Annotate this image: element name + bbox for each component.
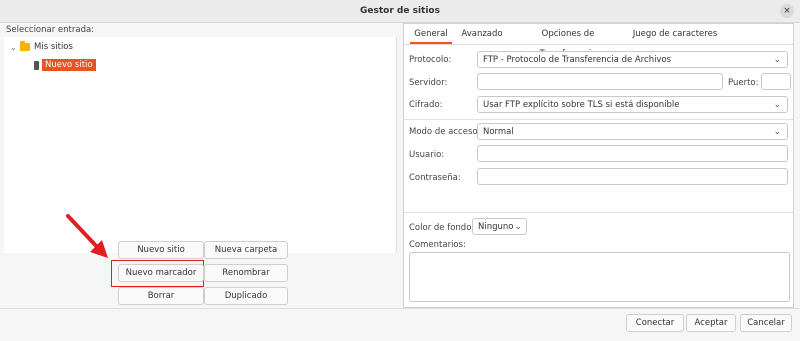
server-icon <box>34 60 39 70</box>
cancel-button[interactable]: Cancelar <box>740 314 792 332</box>
new-site-button[interactable]: Nuevo sitio <box>118 241 204 259</box>
tab-charset[interactable]: Juego de caracteres <box>632 24 718 44</box>
tab-general[interactable]: General <box>410 24 452 44</box>
password-input[interactable] <box>477 168 788 185</box>
comments-textarea[interactable] <box>409 252 790 302</box>
rename-button[interactable]: Renombrar <box>204 264 288 282</box>
chevron-down-icon: ⌄ <box>773 55 781 65</box>
title-bar: Gestor de sitios × <box>0 0 800 23</box>
tab-bar: General Avanzado Opciones de Transferenc… <box>404 24 793 59</box>
access-mode-value: Normal <box>483 127 514 137</box>
chevron-down-icon: ⌄ <box>514 222 522 232</box>
window-title: Gestor de sitios <box>360 6 440 16</box>
close-icon[interactable]: × <box>780 4 794 18</box>
tree-root-label: Mis sitios <box>34 42 73 52</box>
footer-divider <box>0 308 800 309</box>
comments-label: Comentarios: <box>409 240 466 250</box>
server-input[interactable] <box>477 73 723 90</box>
protocol-value: FTP - Protocolo de Transferencia de Arch… <box>483 55 672 65</box>
connect-button[interactable]: Conectar <box>626 314 684 332</box>
encryption-label: Cifrado: <box>409 100 443 110</box>
site-manager-window: Gestor de sitios × Seleccionar entrada: … <box>0 0 800 341</box>
access-mode-label: Modo de acceso: <box>409 127 481 137</box>
new-folder-button[interactable]: Nueva carpeta <box>204 241 288 259</box>
user-input[interactable] <box>477 145 788 162</box>
background-color-select[interactable]: Ninguno ⌄ <box>472 218 527 235</box>
access-mode-select[interactable]: Normal ⌄ <box>477 123 788 140</box>
chevron-down-icon: ⌄ <box>773 100 781 110</box>
user-label: Usuario: <box>409 150 445 160</box>
annotation-arrow-icon <box>66 214 108 258</box>
divider <box>404 119 793 120</box>
accept-button[interactable]: Aceptar <box>686 314 736 332</box>
select-entry-label: Seleccionar entrada: <box>6 25 95 35</box>
tree-root-item[interactable]: ⌄ Mis sitios <box>10 40 73 54</box>
tree-site-item[interactable]: Nuevo sitio <box>34 58 96 72</box>
password-label: Contraseña: <box>409 173 461 183</box>
port-label: Puerto: <box>728 78 759 88</box>
folder-icon <box>20 41 30 51</box>
chevron-down-icon[interactable]: ⌄ <box>10 43 20 52</box>
encryption-value: Usar FTP explícito sobre TLS si está dis… <box>483 100 680 110</box>
server-label: Servidor: <box>409 78 448 88</box>
protocol-select[interactable]: FTP - Protocolo de Transferencia de Arch… <box>477 51 788 68</box>
background-color-value: Ninguno <box>478 222 514 232</box>
site-settings-panel: General Avanzado Opciones de Transferenc… <box>403 23 794 308</box>
protocol-label: Protocolo: <box>409 55 452 65</box>
tab-advanced[interactable]: Avanzado <box>459 24 505 44</box>
chevron-down-icon: ⌄ <box>773 127 781 137</box>
delete-button[interactable]: Borrar <box>118 287 204 305</box>
divider <box>404 212 793 213</box>
tree-site-label: Nuevo sitio <box>42 59 96 71</box>
port-input[interactable] <box>761 73 791 90</box>
encryption-select[interactable]: Usar FTP explícito sobre TLS si está dis… <box>477 96 788 113</box>
duplicate-button[interactable]: Duplicado <box>204 287 288 305</box>
background-color-label: Color de fondo: <box>409 223 475 233</box>
new-bookmark-button[interactable]: Nuevo marcador <box>118 264 204 282</box>
tab-transfer-options[interactable]: Opciones de Transferencia <box>512 24 624 59</box>
